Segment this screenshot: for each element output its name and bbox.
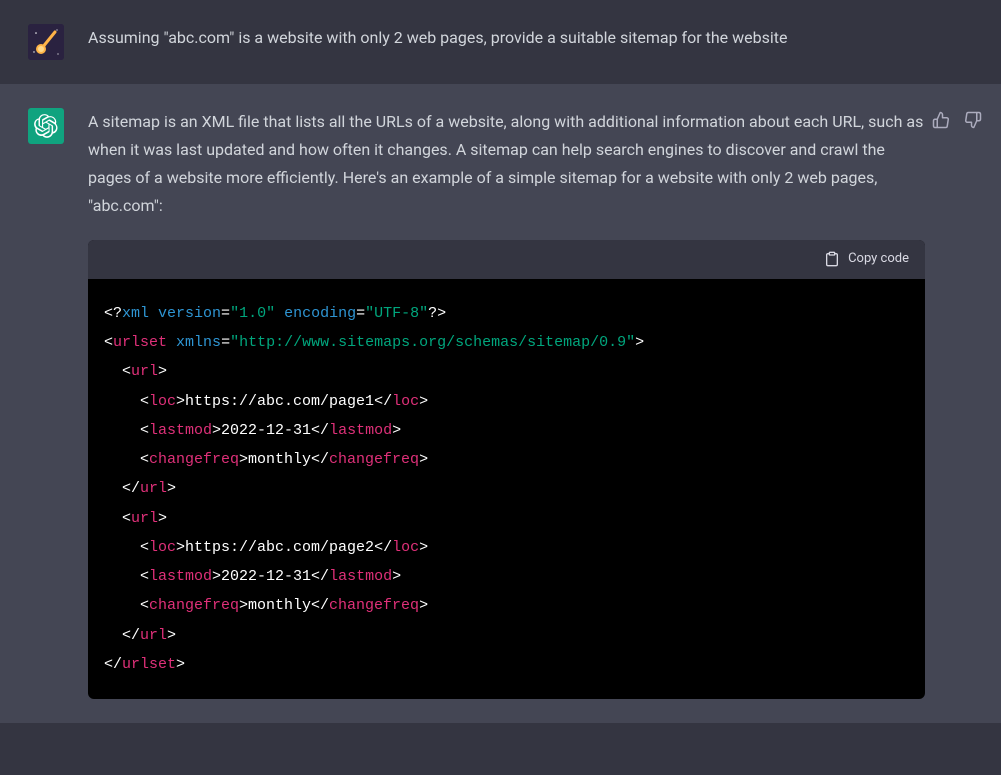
assistant-message-text: A sitemap is an XML file that lists all … (88, 108, 925, 220)
thumbs-up-button[interactable] (929, 108, 953, 132)
code-content: <?xml version="1.0" encoding="UTF-8"?> <… (88, 279, 925, 699)
code-header: Copy code (88, 240, 925, 279)
code-block: Copy code <?xml version="1.0" encoding="… (88, 240, 925, 699)
user-message-text: Assuming "abc.com" is a website with onl… (88, 24, 925, 52)
feedback-buttons (929, 108, 985, 132)
thumbs-down-button[interactable] (961, 108, 985, 132)
copy-code-button[interactable]: Copy code (824, 248, 909, 271)
user-message-row: Assuming "abc.com" is a website with onl… (0, 0, 1001, 84)
assistant-message-content: A sitemap is an XML file that lists all … (88, 108, 973, 699)
clipboard-icon (824, 251, 840, 267)
assistant-avatar (28, 108, 64, 144)
user-message-content: Assuming "abc.com" is a website with onl… (88, 24, 973, 60)
user-avatar (28, 24, 64, 60)
assistant-message-row: A sitemap is an XML file that lists all … (0, 84, 1001, 723)
copy-code-label: Copy code (848, 248, 909, 271)
